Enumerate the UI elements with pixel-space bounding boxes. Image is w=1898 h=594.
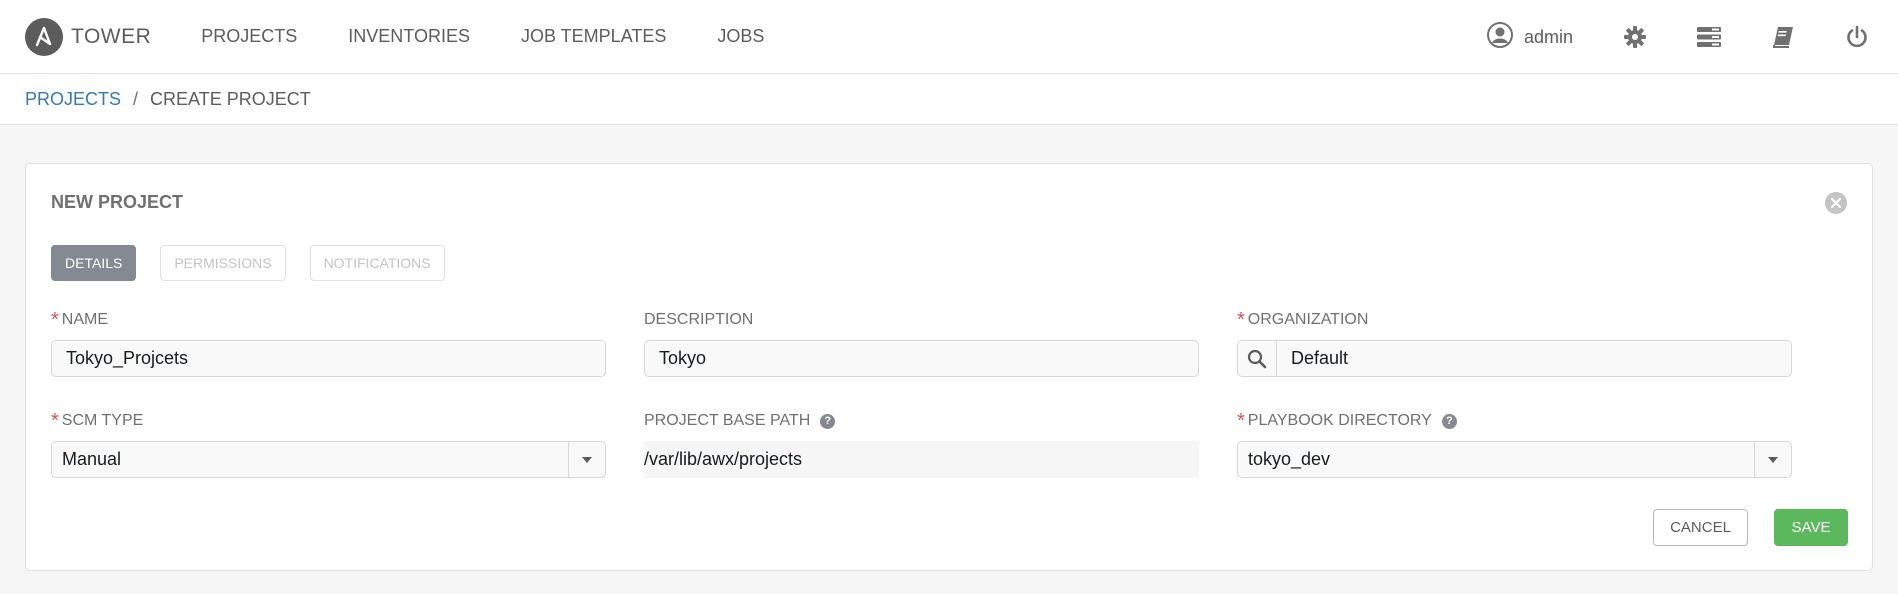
tab-notifications[interactable]: NOTIFICATIONS [309,245,445,281]
playbook-dir-label: PLAYBOOK DIRECTORY [1247,412,1432,429]
scm-type-field-group: * SCM TYPE Manual [51,409,606,478]
nav-job-templates[interactable]: JOB TEMPLATES [521,26,666,47]
panel-tabs: DETAILS PERMISSIONS NOTIFICATIONS [51,245,469,281]
breadcrumb: PROJECTS / CREATE PROJECT [0,74,1898,125]
brand-name: TOWER [71,24,152,48]
organization-field-group: * ORGANIZATION Default [1237,308,1792,377]
main-nav: PROJECTS INVENTORIES JOB TEMPLATES JOBS [201,26,815,47]
server-list-icon[interactable] [1695,23,1723,51]
user-avatar-icon [1486,21,1514,54]
nav-jobs[interactable]: JOBS [717,26,764,47]
organization-lookup: Default [1237,340,1792,377]
power-icon[interactable] [1843,23,1871,51]
required-marker: * [1237,409,1245,432]
playbook-dir-value: tokyo_dev [1248,449,1331,469]
username: admin [1523,26,1573,47]
chevron-down-icon [1754,442,1791,477]
base-path-value: /var/lib/awx/projects [644,441,1199,478]
breadcrumb-current: CREATE PROJECT [150,88,311,109]
help-icon[interactable]: ? [820,413,836,429]
nav-projects[interactable]: PROJECTS [201,26,297,47]
description-field-group: DESCRIPTION Tokyo [644,310,1199,377]
name-label: NAME [61,311,109,328]
description-input[interactable]: Tokyo [644,340,1199,377]
scm-type-label: SCM TYPE [61,412,144,429]
description-label: DESCRIPTION [644,311,754,328]
scm-type-select[interactable]: Manual [51,441,606,478]
required-marker: * [1237,308,1245,331]
book-icon[interactable] [1769,23,1797,51]
panel-title: NEW PROJECT [51,192,184,212]
required-marker: * [51,409,59,432]
playbook-dir-select[interactable]: tokyo_dev [1237,441,1792,478]
breadcrumb-projects-link[interactable]: PROJECTS [25,89,121,110]
chevron-down-icon [568,442,605,477]
name-field-group: * NAME Tokyo_Projcets [51,308,606,377]
base-path-field-group: PROJECT BASE PATH? /var/lib/awx/projects [644,411,1199,478]
organization-label: ORGANIZATION [1247,311,1369,328]
help-icon[interactable]: ? [1441,413,1457,429]
scm-type-value: Manual [62,449,122,469]
top-navigation: TOWER PROJECTS INVENTORIES JOB TEMPLATES… [0,0,1898,74]
name-input[interactable]: Tokyo_Projcets [51,340,606,377]
playbook-dir-field-group: * PLAYBOOK DIRECTORY? tokyo_dev [1237,409,1792,478]
new-project-panel: NEW PROJECT DETAILS PERMISSIONS NOTIFICA… [25,163,1873,571]
nav-right: admin [1486,0,1898,74]
brand[interactable]: TOWER [25,17,152,56]
close-icon[interactable] [1825,192,1847,214]
base-path-label: PROJECT BASE PATH [644,412,811,429]
ansible-logo-icon [25,17,63,56]
tab-details[interactable]: DETAILS [51,245,137,281]
save-button[interactable]: SAVE [1774,509,1848,546]
breadcrumb-separator: / [133,88,139,109]
tab-permissions[interactable]: PERMISSIONS [160,245,286,281]
nav-inventories[interactable]: INVENTORIES [348,26,470,47]
required-marker: * [51,308,59,331]
cancel-button[interactable]: CANCEL [1653,509,1748,546]
organization-input[interactable]: Default [1276,340,1792,377]
user-menu[interactable]: admin [1486,21,1573,54]
search-icon[interactable] [1237,340,1276,377]
settings-gear-icon[interactable] [1621,23,1649,51]
